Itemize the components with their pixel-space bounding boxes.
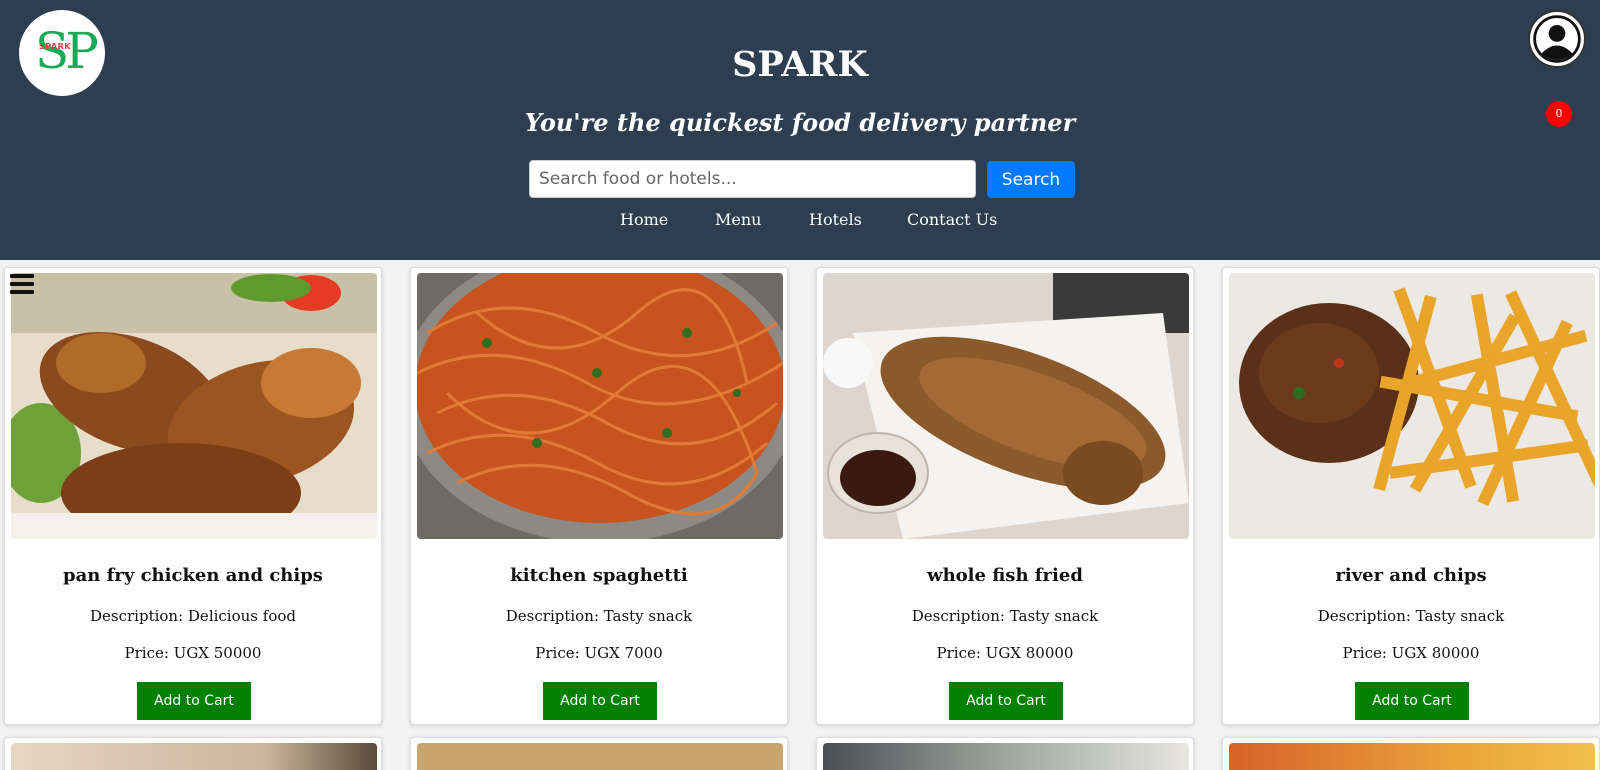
product-card: river and chips Description: Tasty snack…	[1222, 267, 1600, 725]
product-card	[1222, 737, 1600, 770]
add-to-cart-button[interactable]: Add to Cart	[137, 682, 251, 720]
product-image-fish	[823, 273, 1189, 539]
product-description: Description: Tasty snack	[911, 607, 1099, 625]
product-card: pan fry chicken and chips Description: D…	[4, 267, 382, 725]
nav-item-home[interactable]: Home	[620, 208, 668, 232]
tagline: You're the quickest food delivery partne…	[524, 108, 1076, 137]
product-image	[823, 743, 1189, 770]
nav-item-hotels[interactable]: Hotels	[809, 208, 862, 232]
product-name: whole fish fried	[927, 565, 1083, 586]
search-input[interactable]	[529, 160, 976, 198]
page-title: SPARK	[732, 44, 868, 85]
product-price: Price: UGX 80000	[1342, 644, 1480, 662]
product-description: Description: Tasty snack	[505, 607, 693, 625]
product-name: river and chips	[1335, 565, 1487, 586]
product-image	[11, 743, 377, 770]
add-to-cart-button[interactable]: Add to Cart	[1355, 682, 1469, 720]
product-card	[4, 737, 382, 770]
product-name: kitchen spaghetti	[510, 565, 688, 586]
product-name: pan fry chicken and chips	[63, 565, 323, 586]
product-card: kitchen spaghetti Description: Tasty sna…	[410, 267, 788, 725]
site-header: SP SPARK SPARK You're the quickest food …	[0, 0, 1600, 260]
nav-item-contact[interactable]: Contact Us	[907, 208, 997, 232]
user-avatar-icon[interactable]	[1528, 10, 1586, 68]
product-description: Description: Tasty snack	[1317, 607, 1505, 625]
search-button[interactable]: Search	[987, 161, 1075, 198]
product-price: Price: UGX 7000	[535, 644, 663, 662]
product-price: Price: UGX 50000	[124, 644, 262, 662]
product-card: whole fish fried Description: Tasty snac…	[816, 267, 1194, 725]
product-card	[410, 737, 788, 770]
hamburger-menu-icon[interactable]	[10, 274, 34, 294]
product-image-spaghetti	[417, 273, 783, 539]
product-description: Description: Delicious food	[90, 607, 296, 625]
add-to-cart-button[interactable]: Add to Cart	[949, 682, 1063, 720]
product-image-chicken	[11, 273, 377, 539]
main-nav: Home Menu Hotels Contact Us	[0, 208, 1600, 232]
product-card	[816, 737, 1194, 770]
product-image	[1229, 743, 1595, 770]
product-price: Price: UGX 80000	[936, 644, 1074, 662]
nav-item-menu[interactable]: Menu	[715, 208, 761, 232]
product-image-liver-chips	[1229, 273, 1595, 539]
product-image	[417, 743, 783, 770]
cart-count-badge[interactable]: 0	[1546, 101, 1572, 127]
add-to-cart-button[interactable]: Add to Cart	[543, 682, 657, 720]
